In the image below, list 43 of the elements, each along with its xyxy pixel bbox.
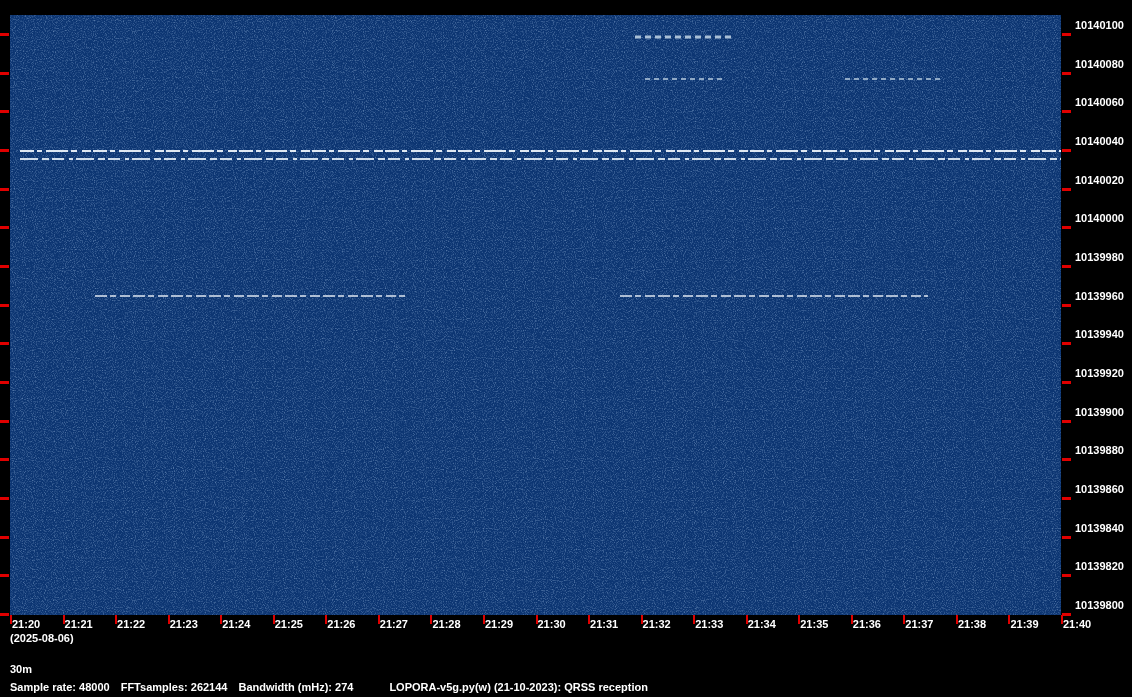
time-label: 21:24	[222, 618, 251, 631]
time-label: 21:28	[432, 618, 461, 631]
time-label: 21:20	[12, 618, 41, 631]
footer-text: FFTsamples: 262144	[120, 681, 228, 694]
time-label: 21:32	[642, 618, 671, 631]
time-label: 21:27	[379, 618, 408, 631]
frequency-label: 10139860	[1075, 483, 1124, 496]
frequency-label: 10139840	[1075, 521, 1124, 535]
frequency-label: 10139900	[1075, 405, 1124, 419]
time-label: 21:30	[537, 618, 566, 631]
frequency-label: 10140020	[1075, 173, 1124, 187]
frequency-label: 10140100	[1075, 19, 1124, 32]
time-label: 21:31	[590, 618, 619, 631]
time-label: 21:26	[327, 618, 356, 631]
frequency-label: 10139800	[1075, 599, 1124, 612]
footer-text: Sample rate: 48000	[10, 681, 110, 694]
frequency-label: 10140000	[1075, 212, 1124, 226]
time-label: 21:25	[274, 618, 303, 631]
time-label: 21:40	[1063, 618, 1092, 631]
time-label: 21:37	[905, 618, 934, 631]
time-label: 21:22	[117, 618, 146, 631]
frequency-label: 10140080	[1075, 57, 1124, 71]
time-label: 21:33	[695, 618, 724, 631]
time-label: 21:39	[1010, 618, 1039, 631]
time-label: 21:34	[747, 618, 776, 631]
time-label: 21:38	[957, 618, 987, 631]
frequency-label: 10140040	[1075, 135, 1124, 148]
time-label: 21:29	[484, 618, 514, 631]
frequency-label: 10139960	[1075, 289, 1124, 303]
time-label: 21:23	[169, 618, 198, 631]
time-label: 21:36	[852, 618, 881, 631]
time-label: 21:21	[64, 618, 93, 631]
frequency-label: 10139820	[1075, 560, 1124, 574]
band-label: 30m	[10, 663, 34, 676]
frequency-label: 10139880	[1075, 444, 1124, 458]
frequency-label: 10140060	[1075, 96, 1124, 110]
footer-text: LOPORA-v5g.py(w) (21-10-2023): QRSS reception	[389, 681, 648, 694]
frequency-label: 10139920	[1075, 367, 1124, 380]
time-label: 21:35	[800, 618, 829, 631]
frequency-label: 10139940	[1075, 328, 1124, 342]
footer-text: Bandwidth (mHz): 274	[238, 681, 354, 694]
date-label: (2025-08-06)	[10, 632, 75, 645]
frequency-label: 10139980	[1075, 251, 1124, 264]
